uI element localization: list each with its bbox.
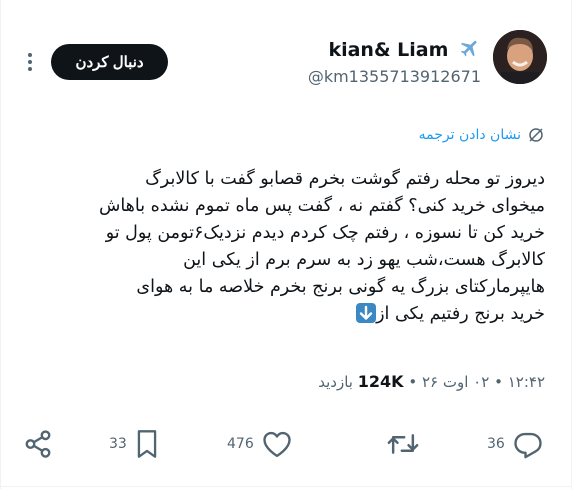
tweet-card: kian& Liam @km1355713912671 دنبال کردن ن… [0, 0, 572, 489]
author-display-name[interactable]: kian& Liam [328, 39, 448, 61]
author-name-row[interactable]: kian& Liam [328, 37, 481, 64]
bookmark-count: 33 [109, 436, 127, 452]
like-button[interactable]: 476 [227, 426, 292, 462]
meta-separator: • [494, 373, 503, 391]
tweet-time[interactable]: ۱۲:۴۲ [508, 373, 545, 391]
follow-button[interactable]: دنبال کردن [51, 44, 168, 80]
tweet-text: دیروز تو محله رفتم گوشت بخرم قصابو گفت ب… [25, 166, 545, 328]
more-options-icon[interactable] [27, 52, 33, 72]
view-count: 124K [357, 372, 404, 391]
heart-icon [263, 431, 291, 458]
tweet-text-content: دیروز تو محله رفتم گوشت بخرم قصابو گفت ب… [98, 169, 545, 324]
reply-icon [514, 432, 542, 459]
retweet-icon [387, 434, 419, 454]
show-translation-label: نشان دادن ترجمه [418, 127, 521, 143]
tweet-date[interactable]: ۰۲ اوت ۲۶ [422, 373, 489, 391]
reply-button[interactable]: 36 [487, 426, 543, 462]
author-handle[interactable]: @km1355713912671 [308, 67, 481, 86]
translate-icon [529, 128, 543, 142]
divider [1, 486, 571, 487]
retweet-button[interactable] [387, 426, 419, 462]
share-button[interactable] [23, 426, 53, 462]
avatar[interactable] [493, 30, 547, 84]
show-translation-link[interactable]: نشان دادن ترجمه [419, 126, 545, 144]
bookmark-button[interactable]: 33 [109, 426, 159, 462]
avatar-photo [493, 30, 547, 84]
reply-count: 36 [487, 436, 505, 452]
share-icon [25, 430, 51, 458]
bookmark-icon [137, 430, 157, 458]
like-count: 476 [227, 436, 254, 452]
views-label: بازدید [318, 373, 353, 391]
meta-separator-2: • [408, 373, 418, 391]
airplane-icon [459, 37, 481, 64]
tweet-meta: ۱۲:۴۲ • ۰۲ اوت ۲۶ • 124K بازدید [318, 372, 545, 391]
down-arrow-emoji-icon [356, 303, 377, 323]
